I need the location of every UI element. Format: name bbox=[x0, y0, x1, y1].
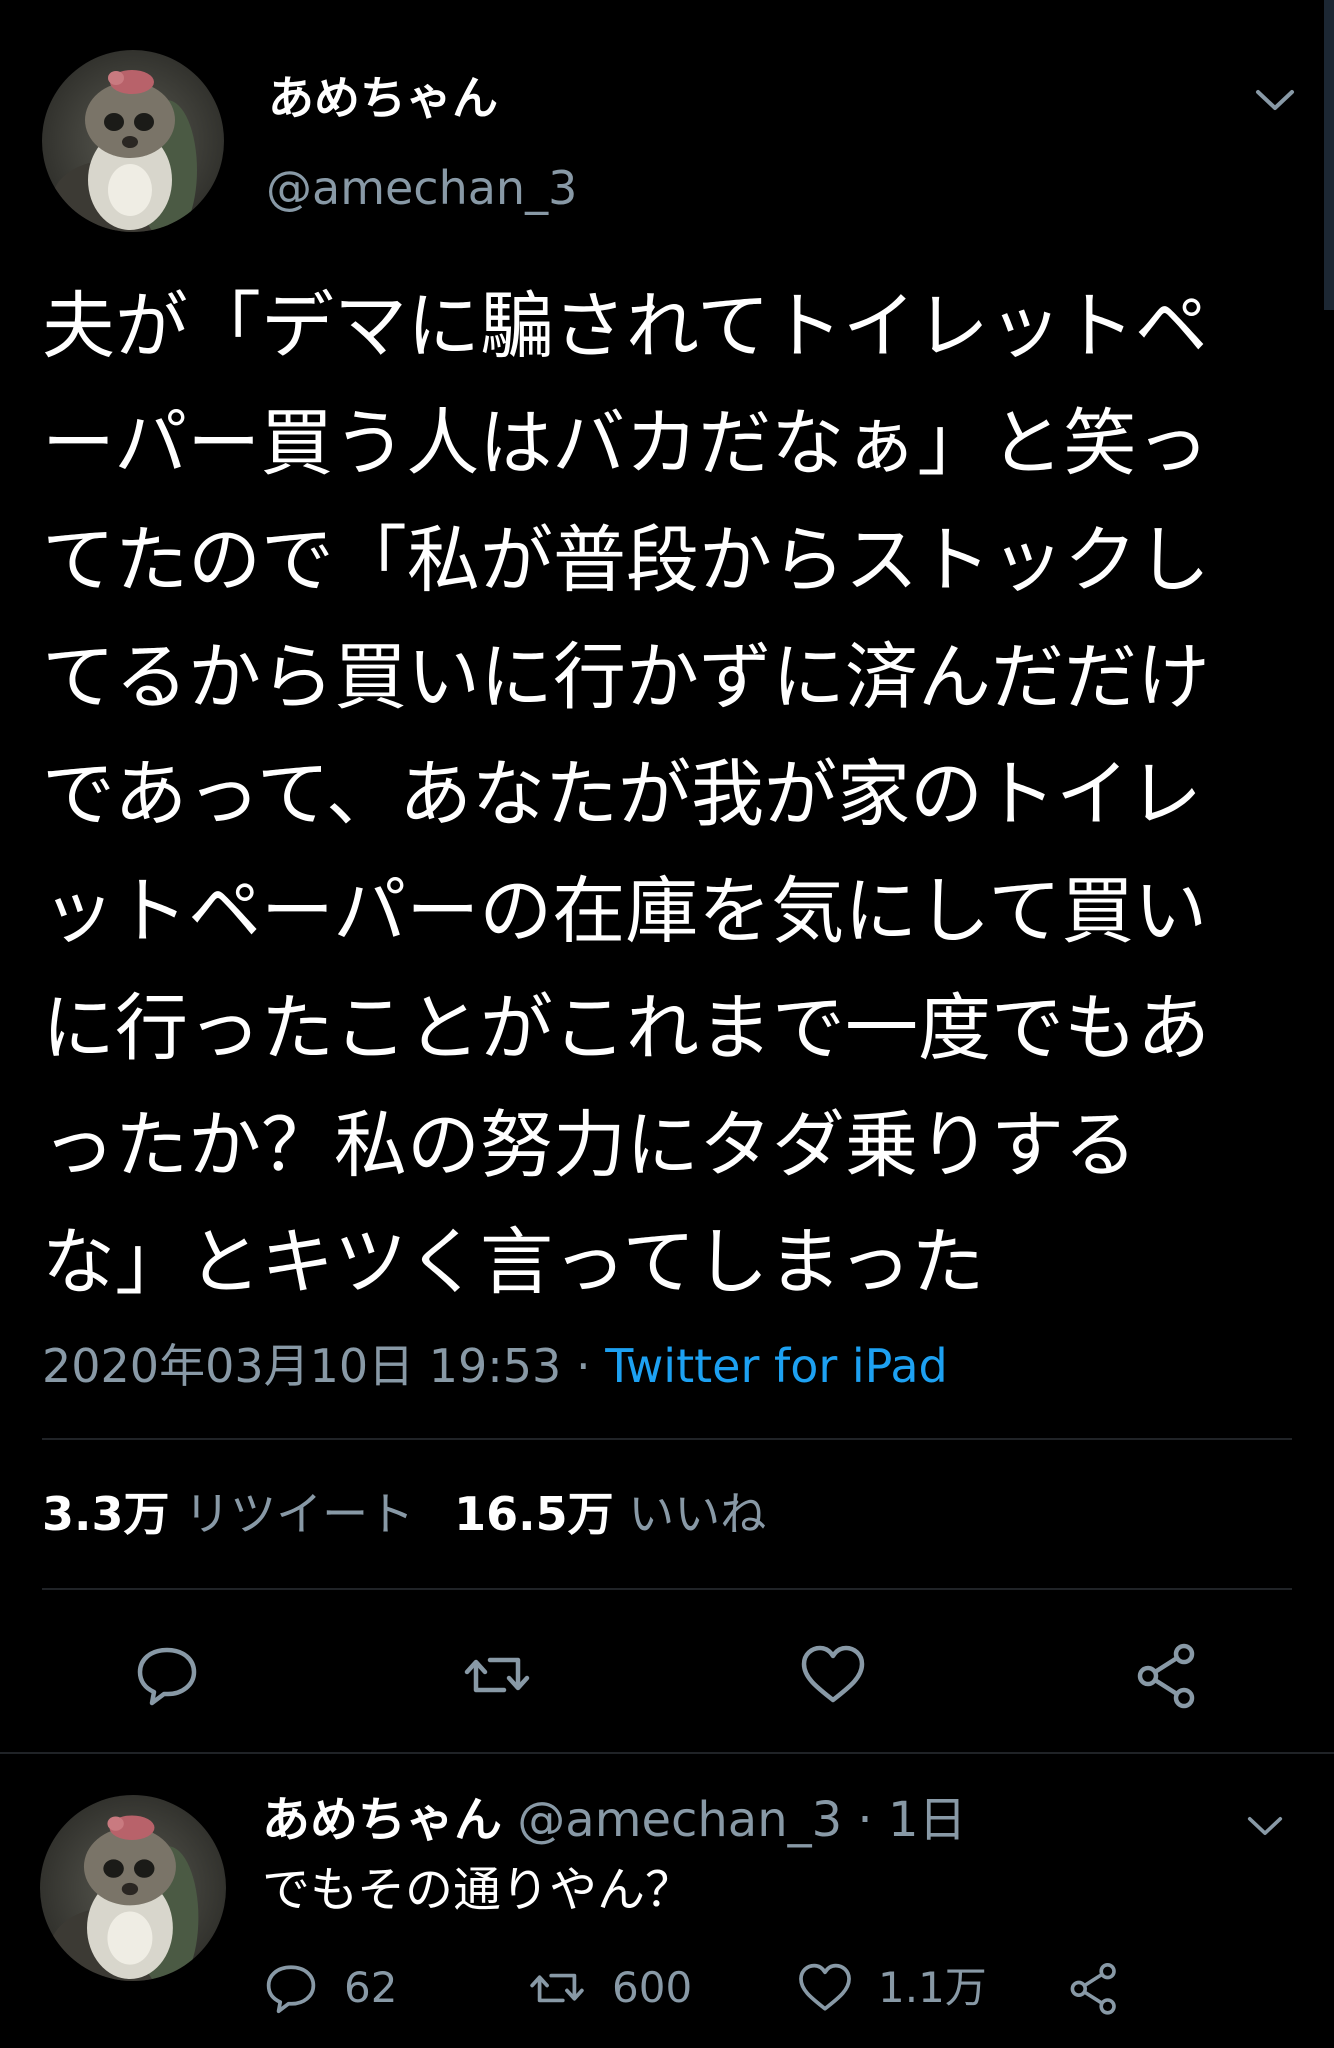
retweet-icon bbox=[464, 1657, 530, 1693]
likes-label: いいね bbox=[628, 1487, 767, 1541]
reply-share-button[interactable] bbox=[1066, 1958, 1122, 2018]
tweet-text-line: てたので「私が普段からストックし bbox=[42, 518, 1210, 603]
likes-stat[interactable]: 16.5万 いいね bbox=[454, 1487, 766, 1541]
divider bbox=[42, 1438, 1292, 1440]
meta-separator: · bbox=[561, 1339, 606, 1393]
reply-handle-time[interactable]: @amechan_3 · 1日 bbox=[502, 1792, 966, 1848]
tweet-text-line: に行ったことがこれまで一度でもあ bbox=[42, 986, 1210, 1071]
tweet-text-line: ったか？私の努力にタダ乗りする bbox=[42, 1103, 1137, 1188]
retweet-icon bbox=[530, 1973, 584, 2003]
like-count: 1.1万 bbox=[878, 1963, 987, 2012]
like-button[interactable] bbox=[798, 1640, 868, 1710]
reply-icon bbox=[137, 1647, 197, 1706]
chevron-down-icon[interactable] bbox=[1250, 80, 1300, 120]
tweet-text-line: ーパー買う人はバカだなぁ」と笑っ bbox=[42, 401, 1210, 486]
main-tweet: あめちゃん @amechan_3 夫が「デマに騙されてトイレットペ ーパー買う人… bbox=[0, 0, 1334, 1752]
reply-icon bbox=[266, 1965, 316, 2014]
retweets-stat[interactable]: 3.3万 リツイート bbox=[42, 1487, 414, 1541]
tweet-meta: 2020年03月10日 19:53 · Twitter for iPad bbox=[42, 1336, 948, 1396]
heart-icon bbox=[799, 1963, 851, 2011]
reply-avatar[interactable] bbox=[40, 1795, 226, 1981]
reply-reply-button[interactable]: 62 bbox=[262, 1958, 397, 2018]
retweets-label: リツイート bbox=[184, 1487, 415, 1541]
share-icon bbox=[1137, 1643, 1195, 1709]
display-name[interactable]: あめちゃん bbox=[268, 68, 498, 128]
chevron-down-icon[interactable] bbox=[1242, 1808, 1288, 1844]
tweet-text: 夫が「デマに騙されてトイレットペ ーパー買う人はバカだなぁ」と笑っ てたので「私… bbox=[42, 268, 1302, 1321]
retweet-button[interactable] bbox=[462, 1640, 532, 1710]
user-handle[interactable]: @amechan_3 bbox=[266, 158, 577, 218]
reply-display-name[interactable]: あめちゃん bbox=[262, 1792, 502, 1848]
avatar[interactable] bbox=[42, 50, 224, 232]
tweet-text-line: な」とキツく言ってしまった bbox=[42, 1220, 985, 1305]
share-icon bbox=[1070, 1963, 1116, 2015]
reply-retweet-button[interactable]: 600 bbox=[526, 1958, 692, 2018]
divider bbox=[42, 1588, 1292, 1590]
tweet-text-line: 夫が「デマに騙されてトイレットペ bbox=[42, 284, 1208, 369]
tweet-text-line: ットペーパーの在庫を気にして買い bbox=[42, 869, 1208, 954]
retweet-count: 600 bbox=[612, 1963, 693, 2012]
reply-button[interactable] bbox=[132, 1640, 202, 1710]
reply-header: あめちゃん @amechan_3 · 1日 bbox=[262, 1790, 966, 1850]
divider bbox=[0, 1752, 1334, 1754]
retweets-count: 3.3万 bbox=[42, 1487, 170, 1541]
heart-icon bbox=[801, 1645, 865, 1703]
reply-count: 62 bbox=[344, 1963, 398, 2012]
reply-like-button[interactable]: 1.1万 bbox=[796, 1958, 987, 2018]
tweet-text-line: てるから買いに行かずに済んだだけ bbox=[42, 635, 1210, 720]
timestamp: 2020年03月10日 19:53 bbox=[42, 1339, 562, 1393]
source-link[interactable]: Twitter for iPad bbox=[605, 1339, 948, 1393]
tweet-text-line: であって、あなたが我が家のトイレ bbox=[42, 752, 1202, 837]
share-button[interactable] bbox=[1132, 1640, 1202, 1710]
likes-count: 16.5万 bbox=[454, 1487, 614, 1541]
tweet-stats: 3.3万 リツイート 16.5万 いいね bbox=[42, 1484, 766, 1544]
reply-text: でもその通りやん？ bbox=[262, 1862, 694, 1918]
